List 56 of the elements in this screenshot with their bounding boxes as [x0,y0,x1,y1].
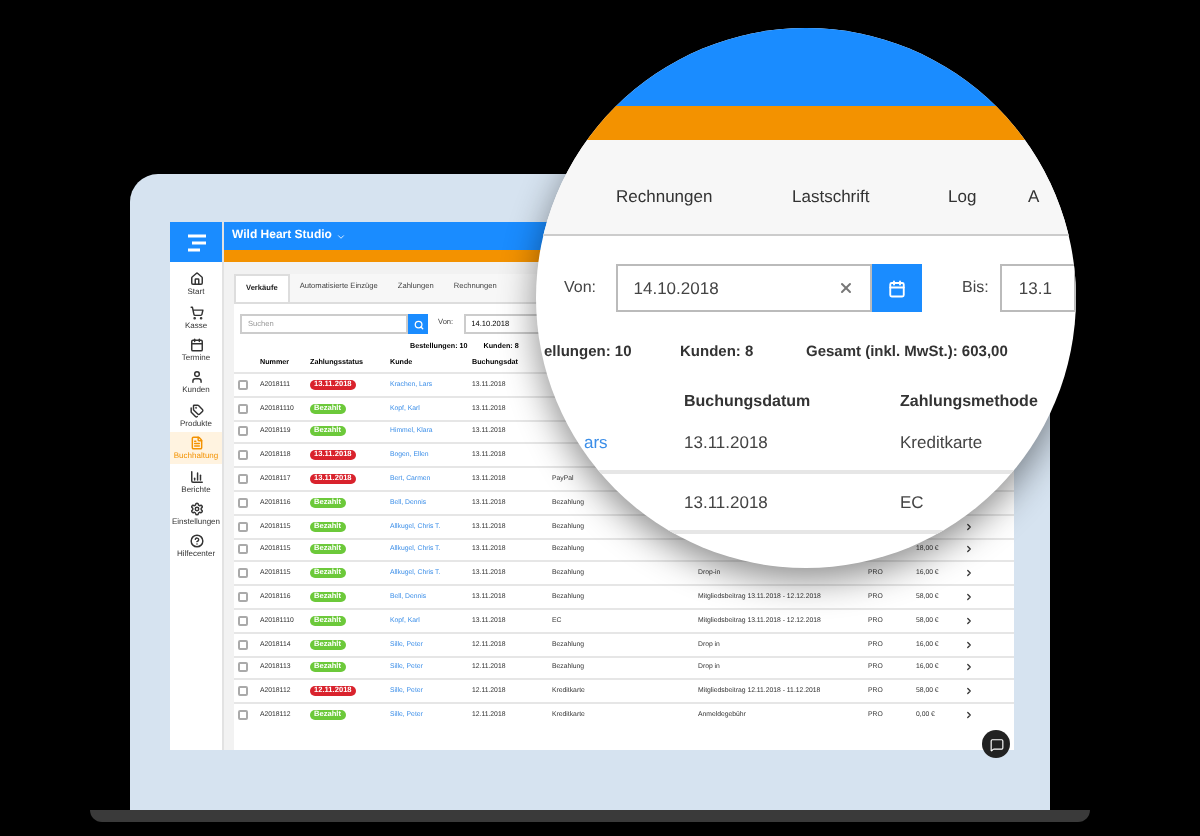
row-checkbox[interactable] [238,426,248,437]
column-header: Zahlungsmethode [900,390,1038,414]
chevron-right-icon[interactable] [964,639,974,650]
row-checkbox[interactable] [238,521,248,532]
chevron-right-icon[interactable] [964,592,974,603]
bar-chart-icon [189,469,203,484]
table-cell: Kreditkarte [900,429,983,455]
row-checkbox[interactable] [238,450,248,461]
row-checkbox[interactable] [238,615,248,626]
row-checkbox[interactable] [238,710,248,721]
chevron-down-icon [335,231,346,241]
date-field[interactable]: 13.1 [1000,264,1076,312]
chat-button[interactable] [982,730,1010,758]
tags-icon [189,403,203,418]
field-label: Bis: [962,276,989,300]
row-checkbox[interactable] [238,686,248,697]
chevron-right-icon[interactable] [964,615,974,626]
tab[interactable]: A [1028,184,1040,210]
home-icon [189,272,203,287]
row-checkbox[interactable] [238,544,248,555]
table-cell-text: 13.11.2018 [684,489,770,515]
app-logo-icon [185,233,207,251]
chat-icon [989,737,1003,751]
row-checkbox[interactable] [238,592,248,603]
calendar-icon [888,279,907,297]
date-field[interactable]: 14.10.2018 [615,264,873,312]
user-icon [189,370,203,385]
calendar-button[interactable] [872,264,923,312]
search-icon [413,319,423,329]
chevron-right-icon[interactable] [964,686,974,697]
chevron-right-icon[interactable] [964,521,974,532]
document-icon [189,436,203,451]
tab[interactable]: Lastschrift [792,184,948,210]
chevron-right-icon[interactable] [964,662,974,673]
table-cell: EC [900,489,924,515]
tab[interactable]: Log [948,184,1028,210]
clear-icon[interactable] [838,280,855,296]
chevron-right-icon[interactable] [964,544,974,555]
row-checkbox[interactable] [238,474,248,485]
row-checkbox[interactable] [238,379,248,390]
row-checkbox[interactable] [238,497,248,508]
column-header: Buchungsdatum [684,390,813,414]
gear-icon [189,501,203,516]
cart-icon [189,305,203,320]
field-label: Von: [564,276,599,300]
row-checkbox[interactable] [238,662,248,673]
help-icon [189,534,203,549]
table-cell-text: 13.11.2018 [684,429,770,455]
row-checkbox[interactable] [238,403,248,414]
search-button[interactable] [408,314,428,334]
chevron-right-icon[interactable] [964,568,974,579]
calendar-icon [189,337,203,352]
row-checkbox[interactable] [238,639,248,650]
row-checkbox[interactable] [238,568,248,579]
tab[interactable]: Rechnungen [616,184,792,210]
chevron-right-icon[interactable] [964,710,974,721]
